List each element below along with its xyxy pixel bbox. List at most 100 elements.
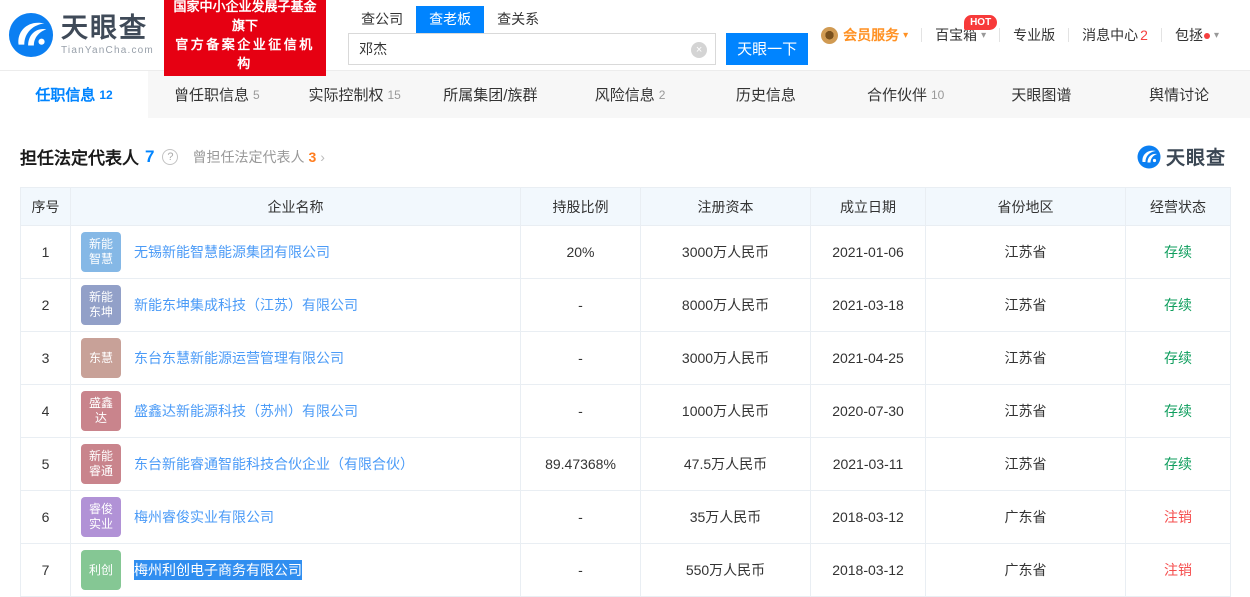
date-cell: 2020-07-30 — [811, 385, 926, 438]
watermark-text: 天眼查 — [1166, 143, 1226, 170]
province-cell: 江苏省 — [926, 385, 1126, 438]
ratio-cell: - — [521, 544, 641, 597]
menu-toolbox[interactable]: HOT 百宝箱 ▾ — [922, 25, 999, 45]
table-row: 3 东慧 东台东慧新能源运营管理有限公司 - 3000万人民币 2021-04-… — [21, 332, 1231, 385]
search-type-tab[interactable]: 查老板 — [416, 6, 484, 33]
profile-tab[interactable]: 天眼图谱 — [975, 71, 1113, 118]
province-cell: 广东省 — [926, 491, 1126, 544]
col-header-province: 省份地区 — [926, 188, 1126, 226]
capital-cell: 47.5万人民币 — [641, 438, 811, 491]
search-tabs: 查公司查老板查关系 — [348, 6, 808, 33]
messages-count-badge: 2 — [1140, 27, 1148, 43]
capital-cell: 3000万人民币 — [641, 332, 811, 385]
profile-tab-label: 舆情讨论 — [1149, 84, 1209, 105]
username-label: 包拯 — [1175, 25, 1203, 45]
vip-medal-icon — [821, 27, 838, 44]
help-icon[interactable]: ? — [162, 149, 178, 165]
company-link[interactable]: 梅州利创电子商务有限公司 — [134, 560, 302, 580]
section-header: 担任法定代表人 7 ? 曾担任法定代表人 3 › 天眼查 — [0, 118, 1250, 187]
profile-tab[interactable]: 历史信息 — [699, 71, 837, 118]
profile-tab[interactable]: 曾任职信息 5 — [148, 71, 286, 118]
company-logo-badge[interactable]: 盛鑫达 — [81, 391, 121, 431]
company-link[interactable]: 梅州睿俊实业有限公司 — [134, 507, 274, 527]
ratio-cell: 20% — [521, 226, 641, 279]
search-button[interactable]: 天眼一下 — [726, 33, 808, 65]
hot-badge: HOT — [964, 15, 997, 30]
col-header-date: 成立日期 — [811, 188, 926, 226]
chevron-right-icon: › — [320, 149, 325, 165]
row-index: 4 — [21, 385, 71, 438]
province-cell: 广东省 — [926, 544, 1126, 597]
date-cell: 2018-03-12 — [811, 491, 926, 544]
profile-tab[interactable]: 实际控制权 15 — [286, 71, 424, 118]
search-area: 查公司查老板查关系 × 天眼一下 — [348, 6, 808, 65]
row-index: 2 — [21, 279, 71, 332]
row-index: 7 — [21, 544, 71, 597]
profile-tab[interactable]: 任职信息 12 — [0, 71, 148, 118]
row-index: 1 — [21, 226, 71, 279]
capital-cell: 550万人民币 — [641, 544, 811, 597]
table-row: 4 盛鑫达 盛鑫达新能源科技（苏州）有限公司 - 1000万人民币 2020-0… — [21, 385, 1231, 438]
company-logo-badge[interactable]: 新能东坤 — [81, 285, 121, 325]
logo-title: 天眼查 — [61, 14, 154, 42]
certification-line1: 国家中小企业发展子基金旗下 — [173, 0, 317, 35]
profile-tab[interactable]: 所属集团/族群 — [424, 71, 562, 118]
former-count: 3 — [308, 149, 316, 165]
profile-tab-bar: 任职信息 12 曾任职信息 5 实际控制权 15 所属集团/族群 风险信息 2 … — [0, 70, 1250, 118]
clear-search-icon[interactable]: × — [691, 42, 707, 58]
company-link[interactable]: 盛鑫达新能源科技（苏州）有限公司 — [134, 401, 358, 421]
chevron-down-icon: ▾ — [903, 30, 908, 41]
status-badge: 存续 — [1126, 279, 1231, 332]
company-link[interactable]: 东台新能睿通智能科技合伙企业（有限合伙） — [134, 454, 414, 474]
profile-tab-label: 所属集团/族群 — [443, 84, 537, 105]
company-logo-badge[interactable]: 利创 — [81, 550, 121, 590]
profile-tab[interactable]: 合作伙伴 10 — [837, 71, 975, 118]
profile-tab-count: 10 — [931, 88, 944, 102]
search-type-tab[interactable]: 查关系 — [484, 6, 552, 33]
company-logo-badge[interactable]: 新能智慧 — [81, 232, 121, 272]
company-logo-badge[interactable]: 东慧 — [81, 338, 121, 378]
company-logo-badge[interactable]: 睿俊实业 — [81, 497, 121, 537]
watermark-logo: 天眼查 — [1137, 143, 1226, 170]
table-row: 2 新能东坤 新能东坤集成科技（江苏）有限公司 - 8000万人民币 2021-… — [21, 279, 1231, 332]
company-link[interactable]: 东台东慧新能源运营管理有限公司 — [134, 348, 344, 368]
company-logo-badge[interactable]: 新能睿通 — [81, 444, 121, 484]
menu-message-center[interactable]: 消息中心 2 — [1069, 25, 1161, 45]
date-cell: 2021-03-18 — [811, 279, 926, 332]
search-input[interactable] — [349, 34, 715, 64]
ratio-cell: - — [521, 332, 641, 385]
former-legal-rep-link[interactable]: 曾担任法定代表人 3 › — [192, 147, 324, 167]
profile-tab[interactable]: 风险信息 2 — [561, 71, 699, 118]
status-badge: 注销 — [1126, 544, 1231, 597]
status-badge: 存续 — [1126, 385, 1231, 438]
capital-cell: 35万人民币 — [641, 491, 811, 544]
search-type-tab[interactable]: 查公司 — [348, 6, 416, 33]
table-row: 6 睿俊实业 梅州睿俊实业有限公司 - 35万人民币 2018-03-12 广东… — [21, 491, 1231, 544]
capital-cell: 3000万人民币 — [641, 226, 811, 279]
certification-line2: 官方备案企业征信机构 — [173, 35, 317, 73]
menu-vip-services[interactable]: 会员服务 ▾ — [808, 25, 921, 45]
menu-pro-version[interactable]: 专业版 — [1000, 25, 1068, 45]
menu-messages-label: 消息中心 — [1082, 25, 1138, 45]
profile-tab-label: 实际控制权 — [308, 84, 383, 105]
menu-vip-label: 会员服务 — [843, 25, 899, 45]
profile-tab-count: 15 — [387, 88, 400, 102]
profile-tab-label: 天眼图谱 — [1011, 84, 1071, 105]
profile-tab-count: 2 — [659, 88, 666, 102]
table-row: 1 新能智慧 无锡新能智慧能源集团有限公司 20% 3000万人民币 2021-… — [21, 226, 1231, 279]
logo-subtitle: TianYanCha.com — [61, 45, 154, 56]
certification-banner: 国家中小企业发展子基金旗下 官方备案企业征信机构 — [164, 0, 326, 76]
page-header: 天眼查 TianYanCha.com 国家中小企业发展子基金旗下 官方备案企业征… — [0, 0, 1250, 70]
province-cell: 江苏省 — [926, 226, 1126, 279]
company-link[interactable]: 新能东坤集成科技（江苏）有限公司 — [134, 295, 358, 315]
row-index: 6 — [21, 491, 71, 544]
col-header-ratio: 持股比例 — [521, 188, 641, 226]
ratio-cell: - — [521, 385, 641, 438]
date-cell: 2021-04-25 — [811, 332, 926, 385]
profile-tab-count: 5 — [253, 88, 260, 102]
tianyancha-logo[interactable]: 天眼查 TianYanCha.com — [8, 12, 154, 58]
company-link[interactable]: 无锡新能智慧能源集团有限公司 — [134, 242, 330, 262]
menu-user-account[interactable]: 包拯 ▾ — [1162, 25, 1232, 45]
col-header-index: 序号 — [21, 188, 71, 226]
profile-tab[interactable]: 舆情讨论 — [1112, 71, 1250, 118]
